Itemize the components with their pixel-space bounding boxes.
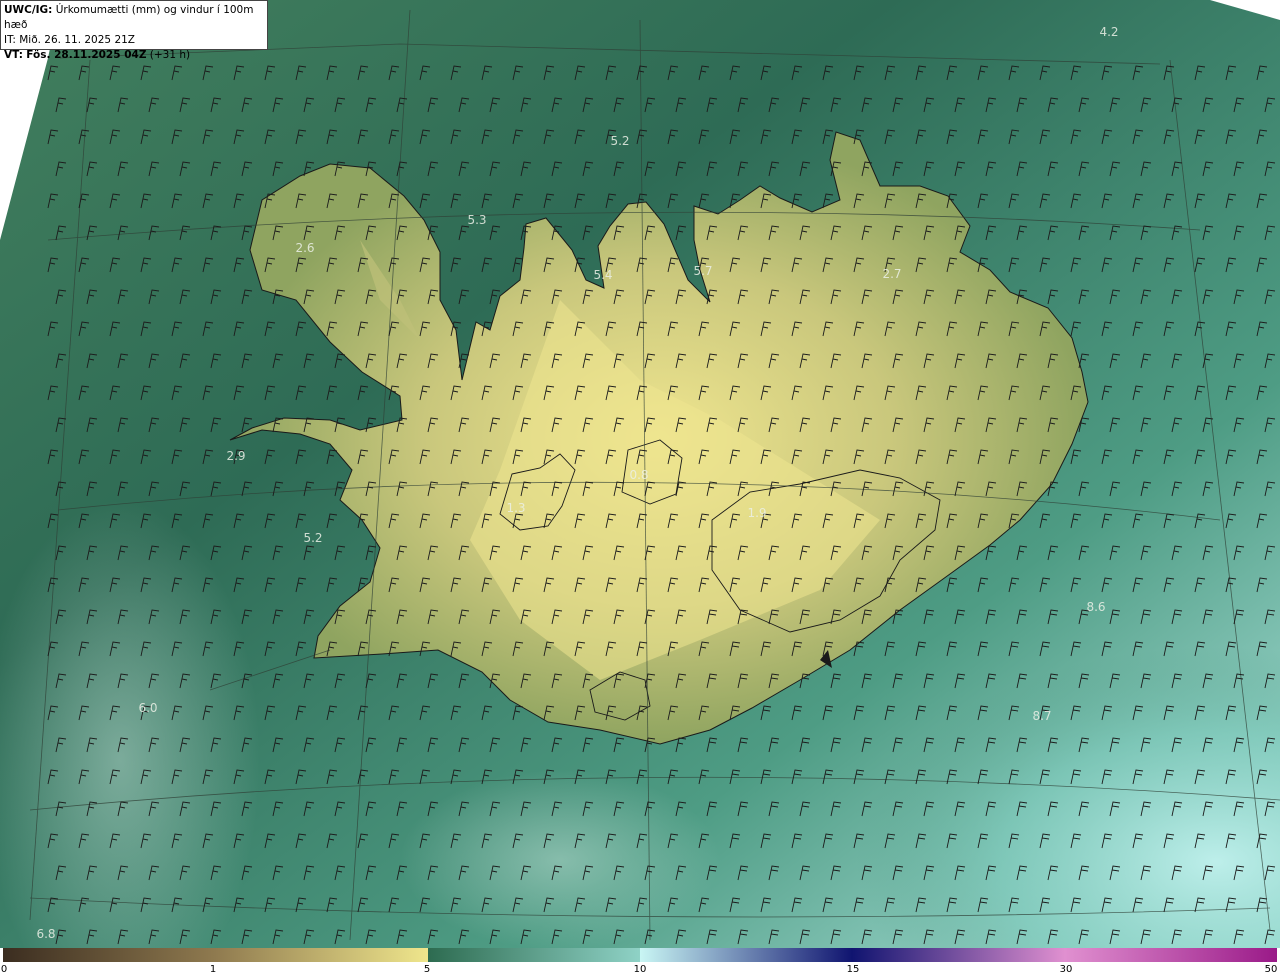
colorbar-segment (215, 948, 428, 962)
title-line: UWC/IG: Úrkomumætti (mm) og vindur í 100… (4, 3, 264, 33)
colorbar-tick: 5 (423, 964, 431, 975)
colorbar-tick: 1 (209, 964, 217, 975)
colorbar-segment (427, 948, 640, 962)
colorbar-tick: 15 (846, 964, 860, 975)
colorbar-segment (639, 948, 853, 962)
valid-time: Fös. 28.11.2025 04Z (26, 49, 147, 61)
colorbar: 0 1 5 10 15 30 50 (0, 948, 1280, 978)
colorbar-tick: 30 (1059, 964, 1073, 975)
colorbar-tick: 10 (633, 964, 647, 975)
colorbar-strip (3, 948, 1277, 962)
colorbar-tick: 50 (1264, 964, 1278, 975)
precipitation-wind-map[interactable] (0, 0, 1280, 948)
colorbar-tick: 0 (0, 964, 8, 975)
model-name: UWC/IG: (4, 4, 53, 16)
forecast-offset: (+31 h) (149, 49, 191, 61)
colorbar-segment (3, 948, 216, 962)
initial-time: IT: Mið. 26. 11. 2025 21Z (4, 34, 135, 46)
valid-time-line: VT: Fös. 28.11.2025 04Z (+31 h) (4, 48, 264, 63)
colorbar-segment (1064, 948, 1277, 962)
valid-time-prefix: VT: (4, 49, 23, 61)
map-info-box: UWC/IG: Úrkomumætti (mm) og vindur í 100… (0, 0, 268, 61)
colorbar-segment (852, 948, 1065, 962)
